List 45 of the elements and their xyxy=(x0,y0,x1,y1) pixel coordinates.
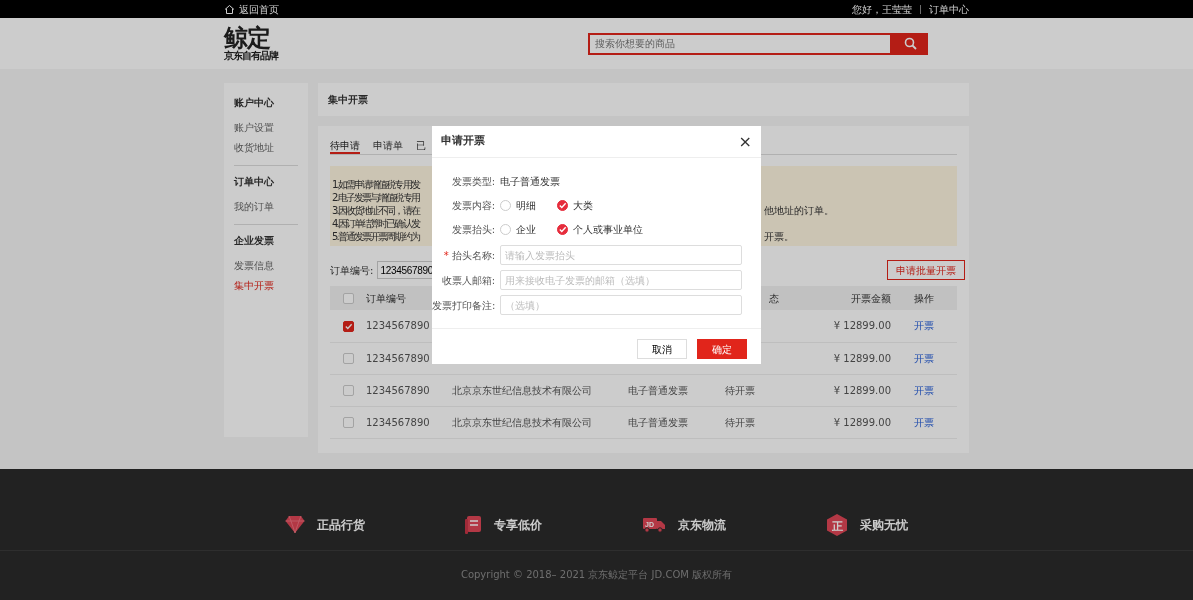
field-label: 发票类型: xyxy=(451,175,495,187)
notice-text: 开票。 xyxy=(764,230,795,243)
field-value: 电子普通发票 xyxy=(500,174,560,189)
field-label: 发票抬头: xyxy=(451,223,495,235)
feature-label: 采购无忧 xyxy=(860,516,909,534)
table-cell: 北京京东世纪信息技术有限公司 xyxy=(452,384,592,396)
notice-text: 2.电子发票与增值税专用 xyxy=(332,191,421,204)
table-cell: 待开票 xyxy=(725,384,755,396)
feature-label: 正品行货 xyxy=(316,516,365,534)
sidebar-heading: 订单中心 xyxy=(234,175,275,189)
sidebar-heading: 企业发票 xyxy=(234,234,275,248)
required-mark: * xyxy=(443,249,449,261)
table-cell: 待开票 xyxy=(725,416,755,428)
table-cell: 1234567890 xyxy=(366,384,430,396)
filter-label: 订单编号: xyxy=(330,263,374,278)
column-header: 操作 xyxy=(914,292,934,304)
hexagon-icon: 正 xyxy=(826,513,849,536)
feature-label: 京东物流 xyxy=(677,516,726,534)
notice-text: 3.因收货地址不同，请在 xyxy=(332,204,421,217)
column-header: 订单编号 xyxy=(366,292,406,304)
feature-label: 专享低价 xyxy=(494,516,543,534)
dialog-title: 申请开票 xyxy=(441,133,485,150)
field-label: 发票打印备注: xyxy=(432,299,496,311)
sidebar-heading: 账户中心 xyxy=(234,96,275,110)
table-cell: ¥ 12899.00 xyxy=(833,384,891,396)
table-cell: 1234567890 xyxy=(366,320,430,332)
notice-text: 4.因订单结算时已确认发 xyxy=(332,217,421,230)
copyright-text: Copyright © 2018– 2021 京东鲸定平台 JD.COM 版权所有 xyxy=(460,569,733,580)
table-cell: ¥ 12899.00 xyxy=(833,416,891,428)
notice-text: 他地址的订单。 xyxy=(764,204,835,217)
table-cell: ¥ 12899.00 xyxy=(833,320,891,332)
notice-text: 1.如需申请增值税专用发 xyxy=(332,178,421,191)
table-cell: 北京京东世纪信息技术有限公司 xyxy=(452,416,592,428)
field-label: 抬头名称: xyxy=(451,249,495,261)
table-cell: ¥ 12899.00 xyxy=(833,352,891,364)
table-cell: 1234567890 xyxy=(366,352,430,364)
field-label: 发票内容: xyxy=(451,199,495,211)
table-cell: 电子普通发票 xyxy=(628,384,688,396)
greeting-text: 您好，王莹莹 xyxy=(852,2,912,17)
table-cell: 电子普通发票 xyxy=(628,416,688,428)
column-header: 开票金额 xyxy=(851,292,891,304)
page-title: 集中开票 xyxy=(318,83,969,116)
notice-text: 5.普通发票开票周期约为 xyxy=(332,230,421,243)
table-cell: 1234567890 xyxy=(366,416,430,428)
column-header: 态 xyxy=(769,292,779,304)
